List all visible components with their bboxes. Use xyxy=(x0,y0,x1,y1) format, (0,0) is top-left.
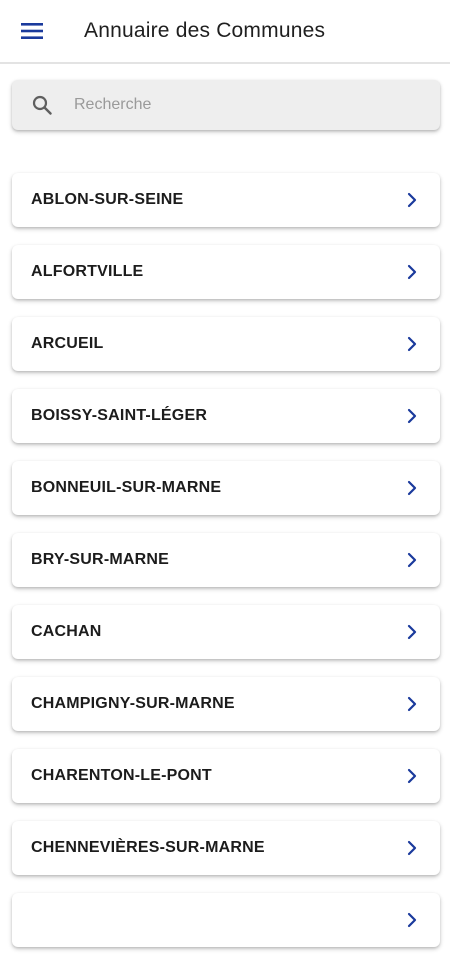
chevron-right-icon xyxy=(404,911,420,929)
chevron-right-icon xyxy=(404,335,420,353)
list-item[interactable]: CHENNEVIÈRES-SUR-MARNE xyxy=(12,821,440,875)
commune-name: CHAMPIGNY-SUR-MARNE xyxy=(31,695,235,712)
list-item[interactable] xyxy=(12,893,440,947)
list-item[interactable]: BONNEUIL-SUR-MARNE xyxy=(12,461,440,515)
commune-name: CACHAN xyxy=(31,623,102,640)
list-item[interactable]: CHAMPIGNY-SUR-MARNE xyxy=(12,677,440,731)
commune-name: ARCUEIL xyxy=(31,335,104,352)
chevron-right-icon xyxy=(404,839,420,857)
search-input[interactable] xyxy=(72,80,440,130)
commune-name: CHENNEVIÈRES-SUR-MARNE xyxy=(31,839,265,856)
commune-name: BOISSY-SAINT-LÉGER xyxy=(31,407,208,424)
chevron-right-icon xyxy=(404,407,420,425)
page-title: Annuaire des Communes xyxy=(84,19,326,42)
list-item[interactable]: CHARENTON-LE-PONT xyxy=(12,749,440,803)
commune-name: CHARENTON-LE-PONT xyxy=(31,767,212,784)
chevron-right-icon xyxy=(404,479,420,497)
chevron-right-icon xyxy=(404,623,420,641)
list-item[interactable]: BOISSY-SAINT-LÉGER xyxy=(12,389,440,443)
chevron-right-icon xyxy=(404,263,420,281)
commune-name: BRY-SUR-MARNE xyxy=(31,551,170,568)
commune-name: BONNEUIL-SUR-MARNE xyxy=(31,479,222,496)
commune-name: ABLON-SUR-SEINE xyxy=(31,191,184,208)
chevron-right-icon xyxy=(404,767,420,785)
commune-list: ABLON-SUR-SEINE ALFORTVILLE ARCUEIL BOISSY-… xyxy=(12,173,440,965)
list-item[interactable]: ARCUEIL xyxy=(12,317,440,371)
list-item[interactable]: BRY-SUR-MARNE xyxy=(12,533,440,587)
app-bar: Annuaire des Communes xyxy=(0,0,450,64)
list-item[interactable]: CACHAN xyxy=(12,605,440,659)
chevron-right-icon xyxy=(404,551,420,569)
list-item[interactable]: ABLON-SUR-SEINE xyxy=(12,173,440,227)
commune-name: ALFORTVILLE xyxy=(31,263,144,280)
search-bar[interactable] xyxy=(12,80,440,130)
hamburger-menu-icon xyxy=(21,23,43,39)
chevron-right-icon xyxy=(404,695,420,713)
menu-button[interactable] xyxy=(0,0,64,63)
search-icon xyxy=(12,80,72,130)
chevron-right-icon xyxy=(404,191,420,209)
list-item[interactable]: ALFORTVILLE xyxy=(12,245,440,299)
